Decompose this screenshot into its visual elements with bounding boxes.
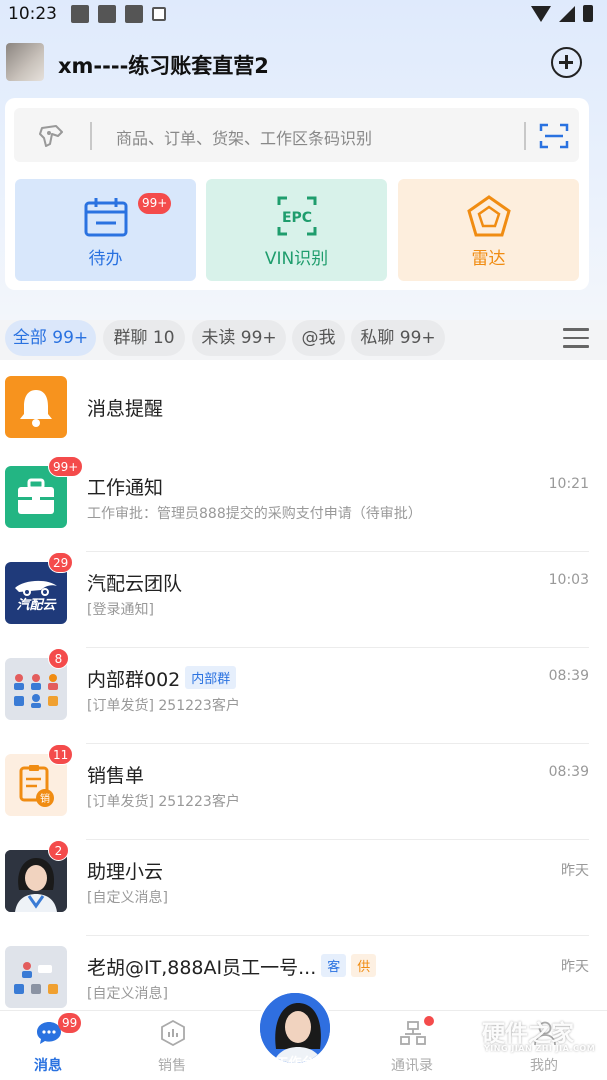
plus-circle-icon[interactable] [551, 47, 582, 78]
conversation-preview: [自定义消息] [87, 890, 168, 906]
watermark-text: 硬件之家 [482, 1021, 574, 1047]
conversation-name: 老胡@IT,888AI员工一号... 客供 [87, 953, 377, 980]
conversation-name: 内部群002 内部群 [87, 665, 237, 692]
todo-label: 待办 [88, 249, 123, 269]
team-logo-text: 汽配云 [16, 597, 57, 613]
unread-badge: 2 [48, 840, 69, 861]
search-placeholder: 商品、订单、货架、工作区条码识别 [116, 129, 373, 148]
filter-bar: 全部 99+ 群聊 10 未读 99+ @我 私聊 99+ [5, 320, 605, 356]
barcode-search-bar[interactable]: 商品、订单、货架、工作区条码识别 [14, 108, 579, 162]
filter-group-chat[interactable]: 群聊 10 [103, 320, 185, 356]
org-name[interactable]: xm----练习账套直营2 [58, 50, 269, 80]
nav-workbench-label: 工作台 [275, 1056, 315, 1071]
conversation-time: 昨天 [561, 959, 589, 975]
epc-scan-icon: EPC [277, 196, 317, 236]
conversation-time: 10:21 [548, 476, 589, 492]
sales-order-icon-text: 销 [40, 792, 50, 805]
nav-messages[interactable]: 99 消息 [3, 1011, 93, 1080]
conversation-name-text: 内部群002 [87, 669, 181, 691]
list-item[interactable]: 2 助理小云 [自定义消息] 昨天 [0, 840, 607, 936]
list-item[interactable]: 8 内部群002 内部群 [订单发货] 251223客户 08:39 [0, 648, 607, 744]
nav-sales[interactable]: 销售 [127, 1011, 217, 1080]
watermark-subtext: YING JIAN ZHI JIA.COM [484, 1044, 596, 1053]
conversation-preview: 工作审批：管理员888提交的采购支付申请（待审批） [87, 506, 422, 522]
notification-icon [98, 5, 116, 23]
org-chart-icon [400, 1021, 426, 1045]
filter-unread[interactable]: 未读 99+ [192, 320, 286, 356]
todo-badge: 99+ [138, 193, 172, 214]
status-bar: 10:23 [0, 0, 607, 28]
conversation-time: 昨天 [561, 863, 589, 879]
list-item[interactable]: 99+ 工作通知 工作审批：管理员888提交的采购支付申请（待审批） 10:21 [0, 456, 607, 552]
unread-badge: 8 [48, 648, 69, 669]
radar-button[interactable]: 雷达 [398, 179, 579, 281]
conversation-preview: [登录通知] [87, 602, 154, 618]
unread-badge: 99+ [48, 456, 84, 477]
filter-private-chat[interactable]: 私聊 99+ [351, 320, 445, 356]
filter-mentions[interactable]: @我 [292, 320, 345, 356]
conversation-preview: [订单发货] 251223客户 [87, 794, 240, 810]
list-item[interactable]: 汽配云 29 汽配云团队 [登录通知] 10:03 [0, 552, 607, 648]
wifi-icon [531, 5, 551, 22]
vin-label: VIN识别 [264, 249, 329, 269]
group-avatar [5, 946, 67, 1008]
unread-badge: 11 [48, 744, 74, 765]
scan-icon[interactable] [539, 122, 569, 150]
org-avatar[interactable] [6, 43, 44, 81]
todo-button[interactable]: 99+ 待办 [15, 179, 196, 281]
conversation-time: 08:39 [548, 764, 589, 780]
nav-label: 消息 [34, 1058, 62, 1074]
conversation-time: 10:03 [548, 572, 589, 588]
filter-all[interactable]: 全部 99+ [5, 320, 96, 356]
conversation-time: 08:39 [548, 668, 589, 684]
conversation-name: 汽配云团队 [87, 573, 183, 595]
calendar-icon [84, 198, 128, 237]
conversation-name-text: 老胡@IT,888AI员工一号... [87, 957, 317, 979]
notification-icon [71, 5, 89, 23]
epc-icon-text: EPC [282, 210, 312, 226]
list-item[interactable]: 销 11 销售单 [订单发货] 251223客户 08:39 [0, 744, 607, 840]
radar-pentagon-icon [467, 195, 511, 237]
hexagon-logo-icon [440, 1014, 478, 1056]
signal-icon [559, 5, 575, 22]
bell-icon [5, 376, 67, 438]
nav-label: 销售 [158, 1058, 186, 1074]
notification-icon [125, 5, 143, 23]
list-item[interactable]: 消息提醒 [0, 360, 607, 456]
conversation-preview: [订单发货] 251223客户 [87, 698, 240, 714]
site-watermark: 硬件之家 YING JIAN ZHI JIA.COM [440, 1012, 600, 1060]
conversation-name: 工作通知 [87, 477, 164, 499]
nav-contacts-dot [424, 1016, 434, 1026]
app-header: xm----练习账套直营2 [0, 40, 607, 86]
sales-chart-icon [161, 1020, 185, 1046]
unread-badge: 29 [48, 552, 74, 573]
conversation-name: 销售单 [87, 765, 145, 787]
conversation-name: 消息提醒 [87, 398, 164, 420]
divider [90, 122, 92, 150]
barcode-scanner-icon[interactable] [36, 122, 70, 150]
divider [524, 122, 526, 150]
vin-recognition-button[interactable]: EPC VIN识别 [206, 179, 387, 281]
radar-label: 雷达 [471, 249, 506, 269]
conversation-preview: [自定义消息] [87, 986, 168, 1002]
nav-messages-badge: 99 [58, 1013, 82, 1033]
customer-tag: 客 [321, 954, 347, 977]
supplier-tag: 供 [351, 954, 377, 977]
conversation-list: 消息提醒 99+ 工作通知 工作审批：管理员888提交的采购支付申请（待审批） … [0, 360, 607, 1010]
menu-icon[interactable] [563, 328, 589, 348]
battery-icon [583, 5, 593, 22]
conversation-name: 助理小云 [87, 861, 164, 883]
status-time: 10:23 [8, 4, 57, 24]
group-type-tag: 内部群 [185, 666, 237, 689]
notification-icon [152, 7, 166, 21]
quick-card: 商品、订单、货架、工作区条码识别 99+ 待办 EPC VIN识别 雷达 [5, 98, 589, 290]
